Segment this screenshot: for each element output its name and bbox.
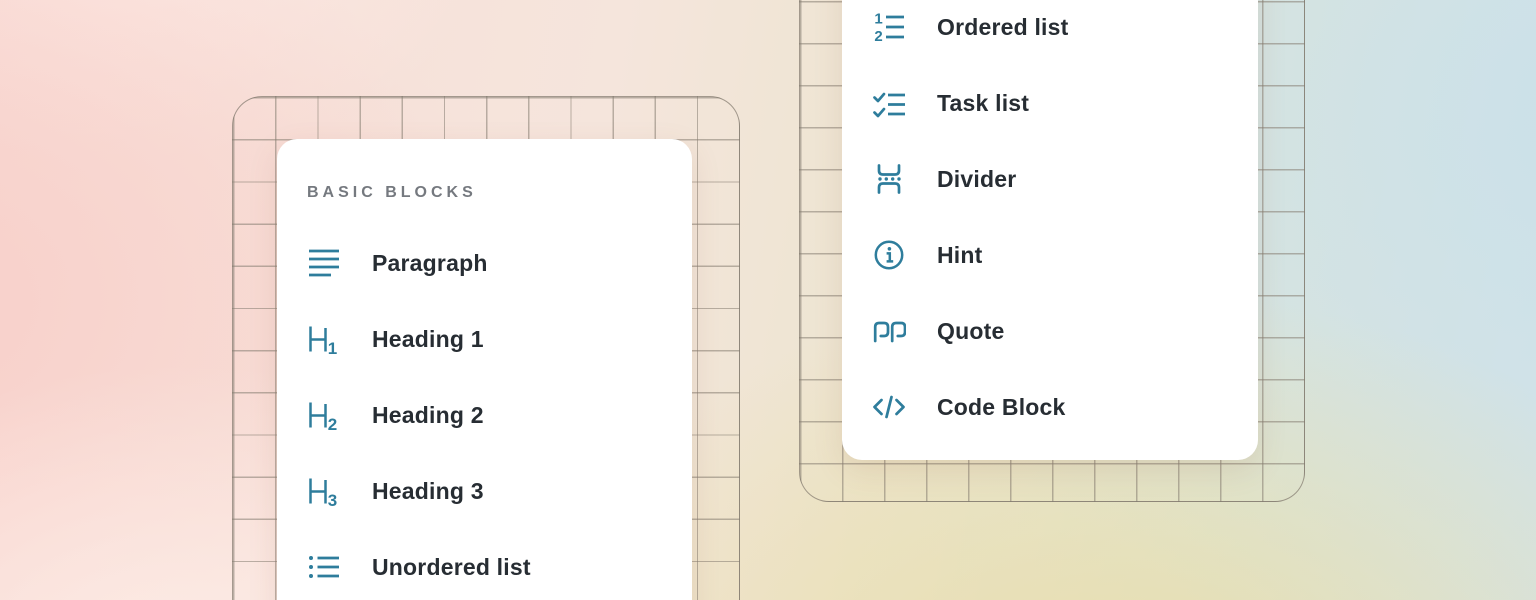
menu-item-paragraph[interactable]: Paragraph (307, 225, 662, 301)
basic-blocks-menu: Paragraph 1 Heading 1 2 Heading 2 (307, 225, 662, 600)
menu-item-label: Quote (937, 318, 1004, 345)
ordered-list-digit-2: 2 (874, 28, 882, 44)
heading-3-icon: 3 (307, 474, 341, 508)
hint-icon (872, 238, 906, 272)
unordered-list-icon (307, 550, 341, 584)
blocks-menu-card: 1 2 Ordered list Task list (842, 0, 1258, 460)
menu-item-divider[interactable]: Divider (872, 141, 1228, 217)
menu-item-code-block[interactable]: Code Block (872, 369, 1228, 445)
code-block-icon (872, 390, 906, 424)
menu-item-label: Heading 1 (372, 326, 484, 353)
menu-item-label: Paragraph (372, 250, 488, 277)
background: BASIC BLOCKS Paragraph 1 Heading 1 (0, 0, 1536, 600)
menu-item-label: Code Block (937, 394, 1066, 421)
menu-item-ordered-list[interactable]: 1 2 Ordered list (872, 0, 1228, 65)
ordered-list-digit-1: 1 (874, 11, 882, 28)
heading-1-icon: 1 (307, 322, 341, 356)
menu-item-label: Heading 2 (372, 402, 484, 429)
menu-item-label: Hint (937, 242, 983, 269)
menu-item-heading-1[interactable]: 1 Heading 1 (307, 301, 662, 377)
blocks-menu: 1 2 Ordered list Task list (872, 0, 1228, 445)
menu-item-quote[interactable]: Quote (872, 293, 1228, 369)
menu-item-unordered-list[interactable]: Unordered list (307, 529, 662, 600)
section-label: BASIC BLOCKS (307, 177, 662, 209)
task-list-icon (872, 86, 906, 120)
heading-2-icon: 2 (307, 398, 341, 432)
divider-icon (872, 162, 906, 196)
quote-icon (872, 314, 906, 348)
heading-2-digit: 2 (328, 415, 337, 432)
menu-item-heading-2[interactable]: 2 Heading 2 (307, 377, 662, 453)
heading-3-digit: 3 (328, 491, 337, 508)
menu-item-label: Heading 3 (372, 478, 484, 505)
menu-item-label: Unordered list (372, 554, 531, 581)
heading-1-digit: 1 (328, 339, 337, 356)
menu-item-task-list[interactable]: Task list (872, 65, 1228, 141)
menu-item-heading-3[interactable]: 3 Heading 3 (307, 453, 662, 529)
menu-item-hint[interactable]: Hint (872, 217, 1228, 293)
paragraph-icon (307, 246, 341, 280)
menu-item-label: Divider (937, 166, 1016, 193)
ordered-list-icon: 1 2 (872, 10, 906, 44)
menu-item-label: Task list (937, 90, 1029, 117)
menu-item-label: Ordered list (937, 14, 1069, 41)
basic-blocks-menu-card: BASIC BLOCKS Paragraph 1 Heading 1 (277, 139, 692, 600)
